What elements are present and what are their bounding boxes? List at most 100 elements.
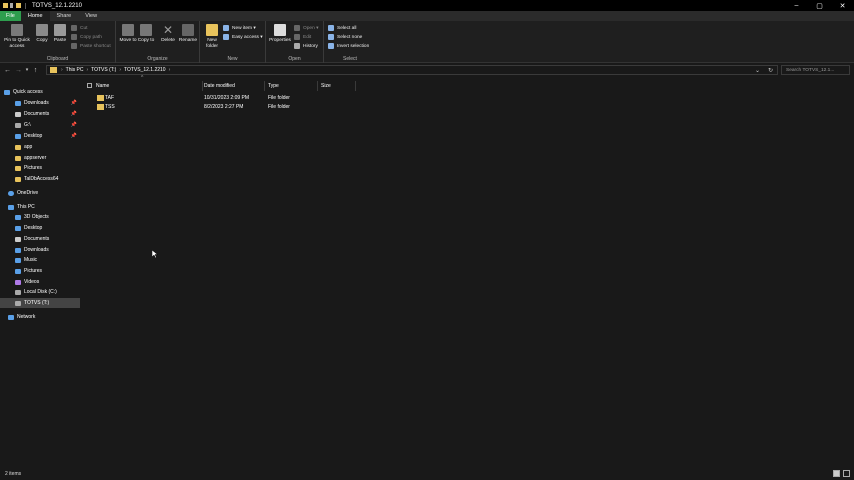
large-icons-view-icon[interactable]	[843, 470, 850, 477]
nav-onedrive[interactable]: OneDrive	[0, 188, 80, 198]
new-group: New folder New item ▾ Easy access ▾ New	[200, 21, 266, 63]
nav-item-pc-downloads[interactable]: Downloads	[0, 245, 80, 255]
chevron-right-icon[interactable]: ›	[86, 67, 88, 73]
nav-item-g-drive[interactable]: G:\ 📌	[0, 120, 80, 130]
desktop-icon	[15, 225, 21, 231]
nav-item-pictures[interactable]: Pictures	[0, 163, 80, 173]
new-item-icon	[223, 25, 229, 31]
properties-icon[interactable]	[10, 3, 13, 8]
select-none-button[interactable]: Select none	[328, 33, 362, 41]
tab-file[interactable]: File	[0, 11, 21, 21]
file-row[interactable]: TSS 8/2/2023 2:27 PM File folder	[84, 103, 364, 112]
minimize-button[interactable]: –	[785, 0, 808, 11]
properties-button[interactable]: Properties	[268, 24, 292, 44]
address-bar[interactable]: › This PC › TOTVS (T:) › TOTVS_12.1.2210…	[46, 65, 778, 75]
rename-icon	[182, 24, 194, 36]
open-button[interactable]: Open ▾	[294, 24, 318, 32]
nav-item-pc-desktop[interactable]: Desktop	[0, 223, 80, 233]
file-date: 8/2/2023 2:27 PM	[204, 104, 244, 110]
tab-view[interactable]: View	[78, 11, 104, 21]
move-to-icon	[122, 24, 134, 36]
nav-item-pc-documents[interactable]: Documents	[0, 234, 80, 244]
up-arrow-icon[interactable]: ↑	[30, 67, 41, 74]
chevron-down-icon[interactable]: ⌄	[755, 66, 760, 76]
new-folder-button[interactable]: New folder	[202, 24, 222, 49]
search-input[interactable]: Search TOTVS_12.1...	[781, 65, 850, 75]
chevron-right-icon[interactable]: ›	[169, 67, 171, 73]
properties-icon	[274, 24, 286, 36]
invert-selection-icon	[328, 43, 334, 49]
nav-item-totvs-drive[interactable]: TOTVS (T:)	[0, 298, 80, 308]
nav-item-app[interactable]: app	[0, 142, 80, 152]
cut-button[interactable]: Cut	[71, 24, 87, 32]
breadcrumb-current-folder[interactable]: TOTVS_12.1.2210	[124, 67, 166, 73]
copy-path-button[interactable]: Copy path	[71, 33, 102, 41]
nav-item-local-disk[interactable]: Local Disk (C:)	[0, 287, 80, 297]
column-header-size[interactable]: Size	[318, 81, 356, 91]
nav-item-taldbaccess64[interactable]: TalDbAccess64	[0, 174, 80, 184]
nav-item-pc-pictures[interactable]: Pictures	[0, 266, 80, 276]
copy-button[interactable]: Copy	[32, 24, 52, 44]
breadcrumb-this-pc[interactable]: This PC	[66, 67, 84, 73]
drive-icon	[15, 300, 21, 306]
pin-quick-access-button[interactable]: Pin to Quick access	[2, 24, 32, 49]
column-header-name[interactable]: Name	[93, 81, 203, 91]
back-arrow-icon[interactable]: ←	[2, 67, 13, 74]
chevron-right-icon[interactable]: ›	[61, 67, 63, 73]
nav-network[interactable]: Network	[0, 312, 80, 322]
file-type: File folder	[268, 95, 290, 101]
edit-button[interactable]: Edit	[294, 33, 311, 41]
nav-quick-access[interactable]: Quick access	[0, 87, 80, 97]
picture-icon	[15, 268, 21, 274]
column-header-type[interactable]: Type	[265, 81, 318, 91]
nav-item-videos[interactable]: Videos	[0, 277, 80, 287]
document-icon	[15, 111, 21, 117]
refresh-icon[interactable]: ↻	[768, 66, 773, 76]
tab-home[interactable]: Home	[20, 11, 50, 21]
star-icon	[4, 89, 10, 95]
paste-button[interactable]: Paste	[50, 24, 70, 44]
maximize-button[interactable]: ▢	[808, 0, 831, 11]
select-none-icon	[328, 34, 334, 40]
history-button[interactable]: History	[294, 42, 318, 50]
nav-item-music[interactable]: Music	[0, 255, 80, 265]
new-folder-icon[interactable]	[16, 3, 21, 8]
select-all-checkbox[interactable]	[87, 83, 92, 88]
delete-button[interactable]: ✕ Delete	[158, 24, 178, 44]
address-actions: ⌄ ↻	[755, 66, 773, 76]
new-item-button[interactable]: New item ▾	[223, 24, 256, 32]
file-row[interactable]: TAF 10/31/2023 2:09 PM File folder	[84, 94, 364, 103]
close-button[interactable]: ✕	[831, 0, 854, 11]
rename-button[interactable]: Rename	[178, 24, 198, 44]
invert-selection-button[interactable]: Invert selection	[328, 42, 369, 50]
tab-share[interactable]: Share	[50, 11, 79, 21]
video-icon	[15, 279, 21, 285]
clipboard-group: Pin to Quick access Copy Paste Cut Copy …	[0, 21, 116, 63]
open-label: Open	[288, 56, 301, 62]
chevron-right-icon[interactable]: ›	[119, 67, 121, 73]
paste-shortcut-button[interactable]: Paste shortcut	[71, 42, 111, 50]
easy-access-button[interactable]: Easy access ▾	[223, 33, 263, 41]
select-all-button[interactable]: Select all	[328, 24, 356, 32]
view-toggles	[833, 470, 850, 477]
item-count: 2 items	[5, 471, 22, 477]
copy-to-button[interactable]: Copy to	[136, 24, 156, 44]
file-name: TAF	[105, 95, 115, 101]
folder-icon	[15, 144, 21, 150]
nav-item-desktop[interactable]: Desktop 📌	[0, 131, 80, 141]
details-view-icon[interactable]	[833, 470, 840, 477]
divider	[25, 2, 26, 9]
nav-item-3d-objects[interactable]: 3D Objects	[0, 212, 80, 222]
nav-item-appserver[interactable]: appserver	[0, 153, 80, 163]
status-bar: 2 items	[0, 468, 854, 480]
edit-icon	[294, 34, 300, 40]
breadcrumb-totvs-drive[interactable]: TOTVS (T:)	[91, 67, 116, 73]
forward-arrow-icon[interactable]: →	[13, 67, 24, 74]
nav-item-downloads[interactable]: Downloads 📌	[0, 98, 80, 108]
copy-to-icon	[140, 24, 152, 36]
nav-this-pc[interactable]: This PC	[0, 202, 80, 212]
move-to-button[interactable]: Move to	[118, 24, 138, 44]
nav-item-documents[interactable]: Documents 📌	[0, 109, 80, 119]
scissors-icon	[71, 25, 77, 31]
column-header-date[interactable]: Date modified	[201, 81, 265, 91]
